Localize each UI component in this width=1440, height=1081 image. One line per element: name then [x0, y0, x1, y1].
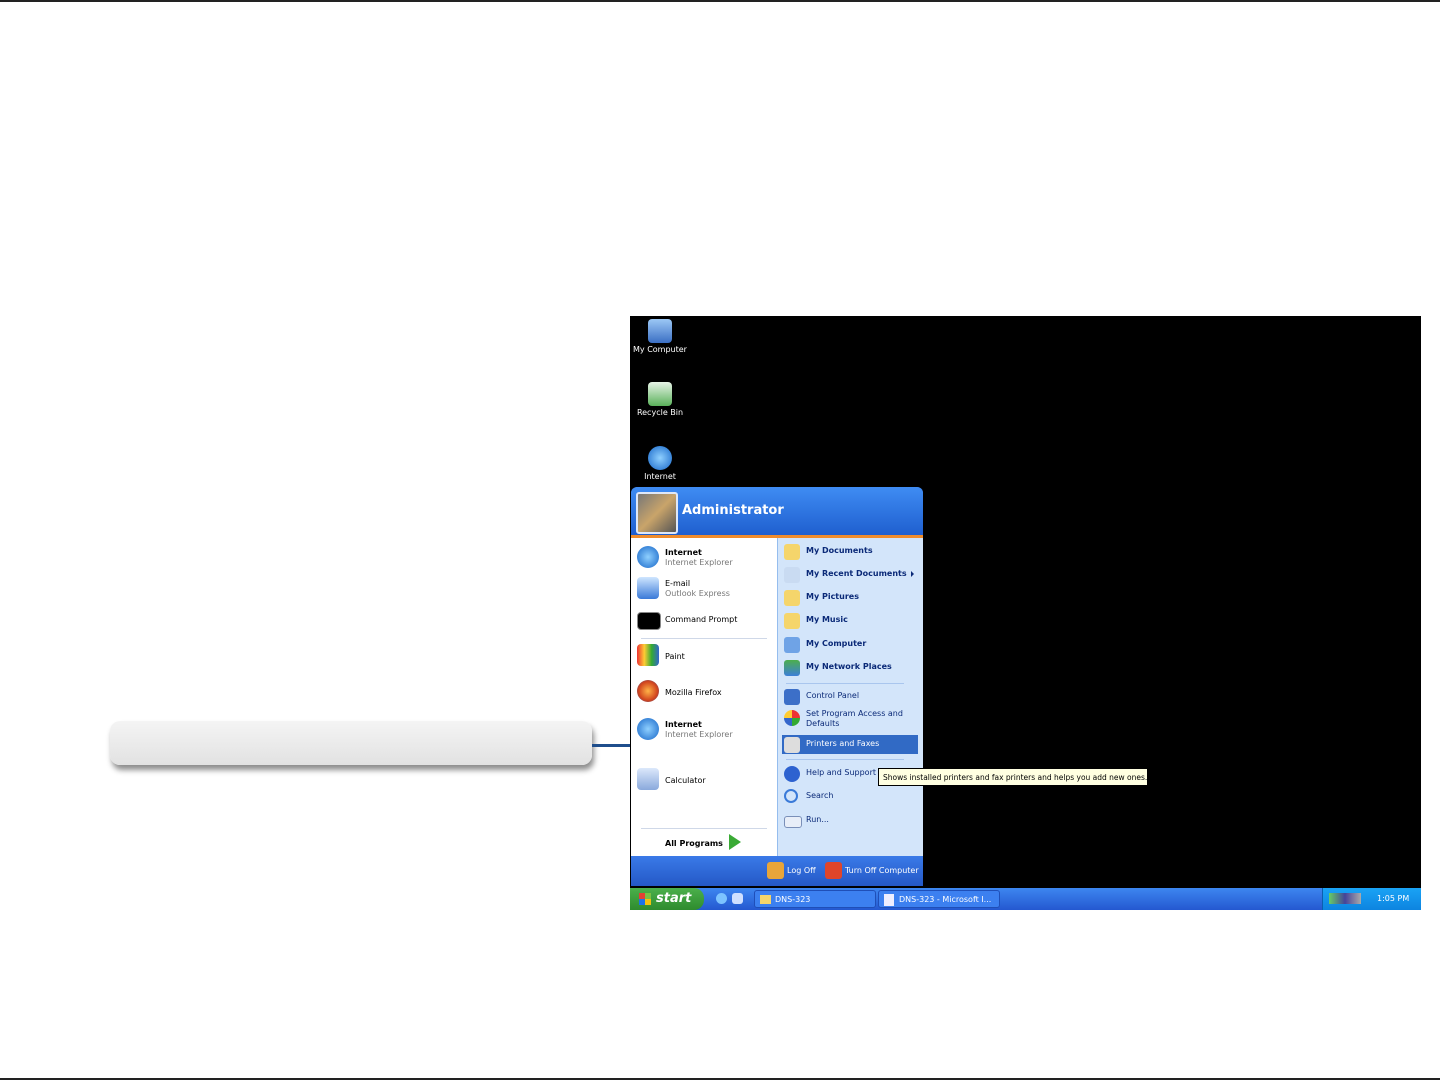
separator — [786, 683, 904, 684]
internet-explorer-icon — [637, 718, 659, 740]
my-computer-icon — [784, 637, 800, 653]
menu-my-pictures[interactable]: My Pictures — [782, 588, 918, 607]
key-icon — [767, 862, 784, 879]
green-arrow-icon — [729, 834, 741, 850]
log-off-button[interactable]: Log Off — [767, 862, 816, 879]
menu-my-network-places[interactable]: My Network Places — [782, 658, 918, 677]
user-name: Administrator — [682, 503, 784, 518]
desktop-icon-recycle-bin[interactable]: Recycle Bin — [630, 382, 695, 417]
submenu-arrow-icon — [911, 571, 914, 577]
start-menu-header: Administrator — [631, 487, 923, 538]
tooltip: Shows installed printers and fax printer… — [878, 768, 1148, 786]
turn-off-button[interactable]: Turn Off Computer — [825, 862, 919, 879]
separator — [641, 828, 767, 829]
help-icon — [784, 766, 800, 782]
quick-launch-outlook-icon[interactable] — [732, 893, 743, 904]
power-icon — [825, 862, 842, 879]
recycle-bin-icon — [648, 382, 672, 406]
menu-my-documents[interactable]: My Documents — [782, 542, 918, 561]
callout-box — [110, 721, 592, 765]
menu-set-program-access[interactable]: Set Program Access and Defaults — [782, 708, 918, 730]
user-avatar — [636, 492, 678, 534]
calculator-icon — [637, 768, 659, 790]
run-icon — [784, 816, 802, 828]
clock: 1:05 PM — [1377, 894, 1410, 903]
music-folder-icon — [784, 613, 800, 629]
folder-icon — [784, 544, 800, 560]
desktop-icon-my-computer[interactable]: My Computer — [630, 319, 695, 354]
menu-my-music[interactable]: My Music — [782, 611, 918, 630]
start-menu-footer: Log Off Turn Off Computer — [631, 856, 923, 886]
my-computer-icon — [648, 319, 672, 343]
internet-explorer-icon — [648, 446, 672, 470]
control-panel-icon — [784, 689, 800, 705]
ie-page-icon — [884, 894, 894, 906]
program-access-icon — [784, 710, 800, 726]
tray-icons[interactable] — [1329, 893, 1361, 904]
windows-xp-screenshot: My Computer Recycle Bin Internet Adminis… — [630, 316, 1421, 910]
firefox-icon — [637, 680, 659, 702]
printer-icon — [784, 737, 800, 753]
recent-documents-icon — [784, 567, 800, 583]
start-menu: Administrator Internet Internet Explorer … — [631, 487, 923, 886]
separator — [786, 759, 904, 760]
top-rule — [0, 0, 1440, 2]
paint-icon — [637, 644, 659, 666]
menu-my-computer[interactable]: My Computer — [782, 635, 918, 654]
menu-search[interactable]: Search — [782, 787, 918, 806]
folder-icon — [760, 895, 771, 904]
quick-launch-ie-icon[interactable] — [716, 893, 727, 904]
menu-my-recent-documents[interactable]: My Recent Documents — [782, 565, 918, 584]
start-menu-left-column: Internet Internet Explorer E-mail Outlook … — [631, 538, 777, 856]
menu-control-panel[interactable]: Control Panel — [782, 687, 918, 706]
menu-printers-and-faxes[interactable]: Printers and Faxes — [782, 735, 918, 754]
desktop-icon-internet[interactable]: Internet — [630, 446, 695, 481]
task-dns-323-ie[interactable]: DNS-323 - Microsoft I... — [878, 890, 1000, 908]
network-places-icon — [784, 660, 800, 676]
start-menu-right-column: My Documents My Recent Documents My Pict… — [777, 538, 923, 856]
internet-explorer-icon — [637, 546, 659, 568]
outlook-express-icon — [637, 577, 659, 599]
menu-run[interactable]: Run... — [782, 811, 918, 830]
bottom-rule — [0, 1078, 1440, 1080]
command-prompt-icon — [637, 612, 661, 630]
system-tray: 1:05 PM — [1322, 888, 1421, 910]
task-dns-323-folder[interactable]: DNS-323 — [754, 890, 876, 908]
pictures-folder-icon — [784, 590, 800, 606]
windows-logo-icon — [639, 893, 651, 905]
search-icon — [784, 789, 798, 803]
start-button[interactable]: start — [630, 888, 704, 910]
taskbar: start DNS-323 DNS-323 - Microsoft I... 1… — [630, 888, 1421, 910]
separator — [641, 638, 767, 639]
